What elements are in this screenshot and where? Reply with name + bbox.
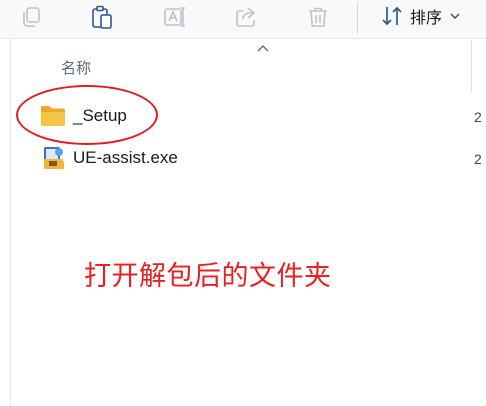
sort-caret-up-icon	[257, 45, 269, 52]
navigation-pane-border	[10, 38, 11, 406]
paste-icon	[92, 5, 112, 29]
date-modified-cell: 2	[474, 109, 482, 125]
sort-button[interactable]: 排序	[380, 2, 460, 30]
file-name: UE-assist.exe	[73, 148, 178, 167]
list-item[interactable]: UE-assist.exe	[40, 144, 178, 172]
rename-icon	[164, 7, 185, 27]
copy-icon	[23, 7, 40, 27]
share-icon	[236, 7, 256, 27]
column-header-separator[interactable]	[471, 40, 472, 92]
copy-button[interactable]	[14, 2, 48, 32]
sort-label: 排序	[410, 8, 443, 27]
sort-icon	[382, 6, 402, 26]
command-bar: 排序	[0, 0, 486, 39]
toolbar-separator	[357, 2, 358, 34]
annotation-text: 打开解包后的文件夹	[84, 261, 332, 292]
share-button[interactable]	[229, 2, 263, 32]
rename-button[interactable]	[158, 2, 192, 32]
installer-exe-icon	[40, 145, 66, 171]
highlight-circle-annotation	[16, 85, 158, 145]
paste-button[interactable]	[85, 2, 119, 32]
delete-button[interactable]	[301, 2, 335, 32]
date-modified-cell: 2	[474, 151, 482, 167]
delete-icon	[309, 7, 327, 27]
column-header-name[interactable]: 名称	[61, 57, 91, 78]
chevron-down-icon	[450, 13, 460, 19]
